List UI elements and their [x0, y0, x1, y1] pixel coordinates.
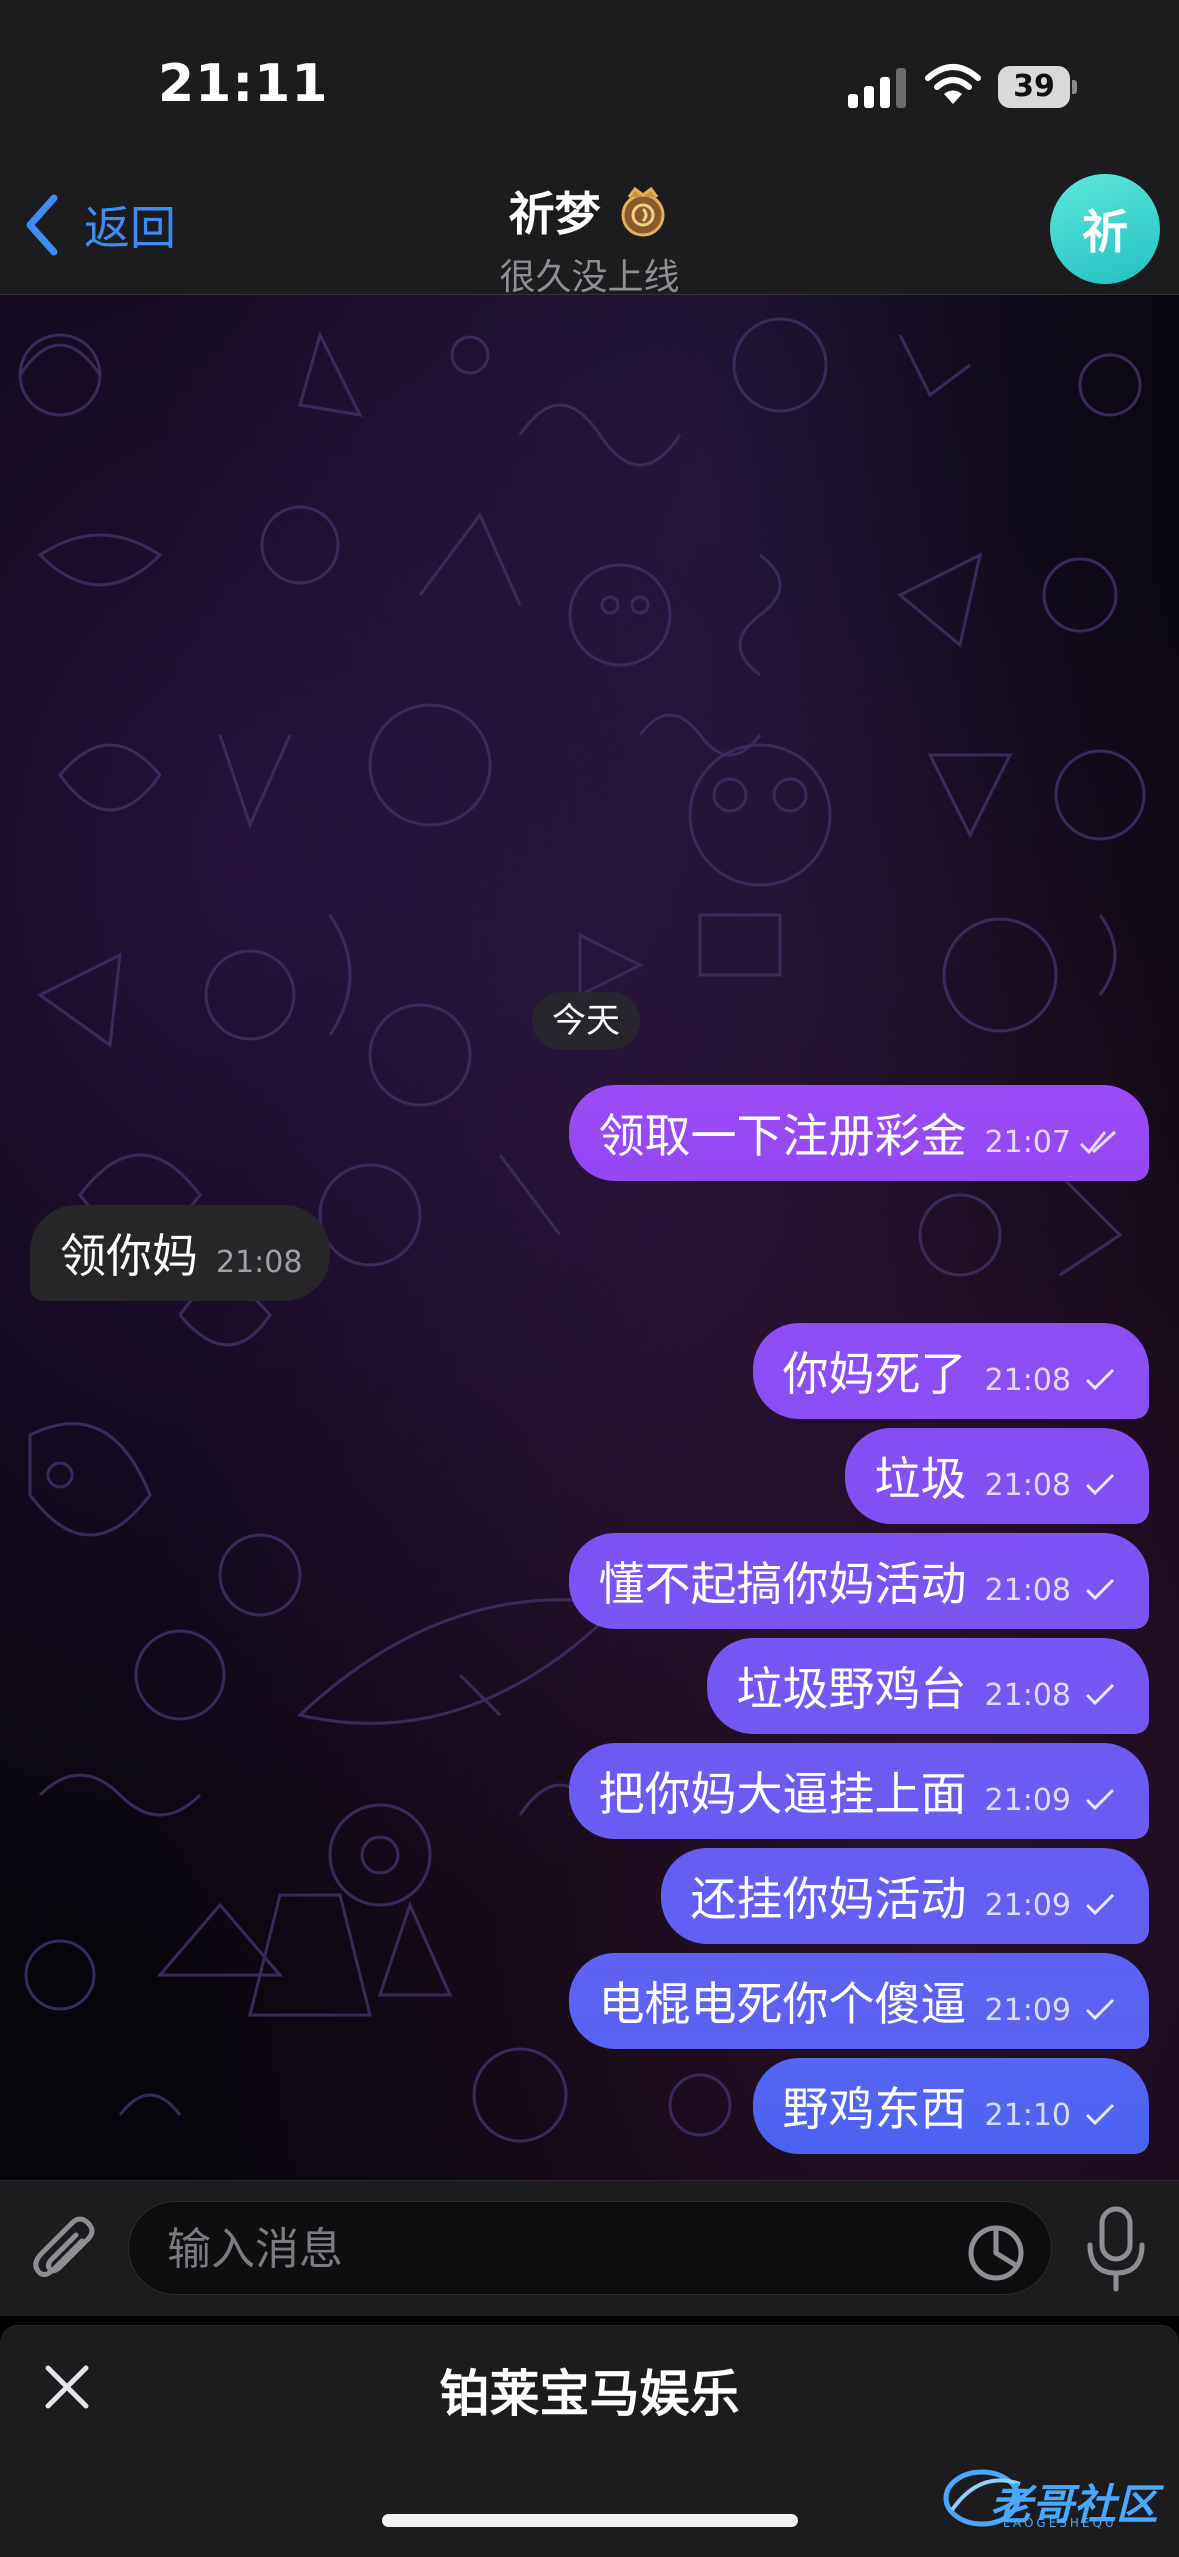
message-time: 21:08	[216, 1244, 303, 1280]
avatar[interactable]: 祈	[1050, 174, 1160, 284]
battery-level: 39	[998, 66, 1070, 108]
message-bubble-outgoing[interactable]: 你妈死了 21:08	[752, 1323, 1149, 1419]
message-bubble-outgoing[interactable]: 懂不起搞你妈活动 21:08	[568, 1533, 1149, 1629]
message-list[interactable]: 今天 领取一下注册彩金 21:07 领你妈 21:08 你妈死了 21:08 垃…	[0, 295, 1179, 2180]
home-indicator[interactable]	[382, 2514, 798, 2527]
watermark-subtext: LAOGESHEQU	[1003, 2516, 1117, 2530]
message-bubble-outgoing[interactable]: 电棍电死你个傻逼 21:09	[568, 1953, 1149, 2049]
message-time: 21:08	[984, 1467, 1071, 1503]
message-text: 你妈死了	[782, 1347, 967, 1401]
composer-bar	[0, 2180, 1179, 2316]
paperclip-icon[interactable]	[30, 2213, 98, 2289]
message-bubble-outgoing[interactable]: 还挂你妈活动 21:09	[660, 1848, 1149, 1944]
check-icon	[1085, 1788, 1115, 1811]
bottom-panel: 铂莱宝马娱乐 老哥社区 LAOGESHEQU	[0, 2325, 1179, 2557]
message-text: 还挂你妈活动	[690, 1872, 967, 1926]
check-icon	[1085, 1473, 1115, 1496]
date-divider: 今天	[532, 992, 640, 1050]
message-text: 领你妈	[60, 1229, 198, 1283]
message-text: 把你妈大逼挂上面	[598, 1767, 967, 1821]
status-bar: 21:11 39	[0, 0, 1179, 160]
message-time: 21:08	[984, 1362, 1071, 1398]
check-icon	[1085, 1683, 1115, 1706]
wifi-icon	[925, 64, 981, 104]
message-time: 21:09	[984, 1782, 1071, 1818]
status-time: 21:11	[158, 54, 329, 114]
sticker-icon[interactable]	[967, 2224, 1025, 2282]
message-time: 21:08	[984, 1572, 1071, 1608]
message-text: 野鸡东西	[782, 2082, 967, 2136]
check-icon	[1085, 2103, 1115, 2126]
check-icon	[1085, 1578, 1115, 1601]
panel-title: 铂莱宝马娱乐	[439, 2365, 740, 2423]
check-icon	[1085, 1998, 1115, 2021]
message-text: 电棍电死你个傻逼	[598, 1977, 967, 2031]
message-bubble-outgoing[interactable]: 垃圾 21:08	[844, 1428, 1149, 1524]
check-icon	[1085, 1893, 1115, 1916]
message-bubble-outgoing[interactable]: 把你妈大逼挂上面 21:09	[568, 1743, 1149, 1839]
message-time: 21:08	[984, 1677, 1071, 1713]
contact-name: 祈梦	[508, 187, 601, 241]
message-input-container	[128, 2201, 1052, 2296]
contact-info[interactable]: 祈梦 很久没上线	[0, 178, 1179, 300]
message-time: 21:09	[984, 1992, 1071, 2028]
message-text: 懂不起搞你妈活动	[598, 1557, 967, 1611]
microphone-icon[interactable]	[1084, 2205, 1148, 2293]
double-check-icon	[1079, 1130, 1117, 1155]
contact-last-seen: 很久没上线	[499, 257, 680, 298]
message-time: 21:07	[984, 1124, 1071, 1160]
check-icon	[1085, 1368, 1115, 1391]
message-time: 21:10	[984, 2097, 1071, 2133]
message-input[interactable]	[165, 2202, 949, 2296]
vip-crest-badge-icon	[621, 186, 664, 237]
message-bubble-outgoing[interactable]: 领取一下注册彩金 21:07	[568, 1085, 1149, 1181]
cellular-signal-icon	[848, 68, 906, 108]
message-bubble-incoming[interactable]: 领你妈 21:08	[30, 1205, 331, 1301]
message-text: 垃圾	[874, 1452, 967, 1506]
message-text: 领取一下注册彩金	[598, 1109, 967, 1163]
message-text: 垃圾野鸡台	[736, 1662, 967, 1716]
message-bubble-outgoing[interactable]: 野鸡东西 21:10	[752, 2058, 1149, 2154]
battery-icon: 39	[998, 66, 1077, 108]
message-bubble-outgoing[interactable]: 垃圾野鸡台 21:08	[706, 1638, 1149, 1734]
message-time: 21:09	[984, 1887, 1071, 1923]
chat-header: 返回 祈梦 很久没上线 祈	[0, 160, 1179, 298]
